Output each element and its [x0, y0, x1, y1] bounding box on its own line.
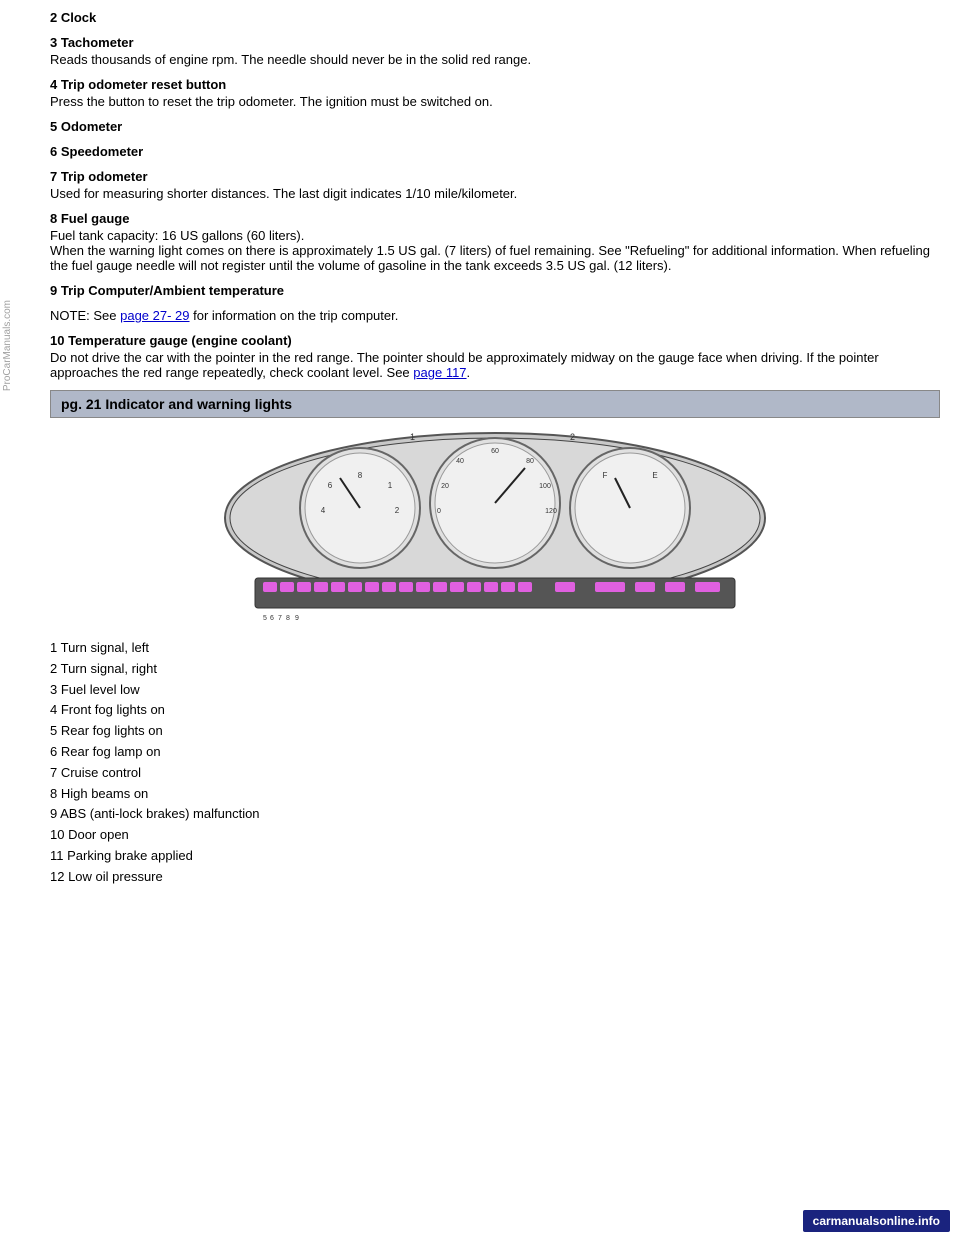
svg-text:F: F: [603, 471, 608, 480]
svg-text:E: E: [652, 471, 657, 480]
section-temp-gauge: 10 Temperature gauge (engine coolant) Do…: [50, 333, 940, 380]
footer-logo: carmanualsonline.info: [803, 1210, 950, 1232]
indicator-list: 1 Turn signal, left 2 Turn signal, right…: [50, 638, 940, 888]
indicator-6: 6 Rear fog lamp on: [50, 742, 940, 763]
svg-text:8: 8: [358, 471, 363, 480]
svg-text:80: 80: [526, 458, 534, 465]
svg-text:120: 120: [545, 508, 557, 515]
temp-gauge-body: Do not drive the car with the pointer in…: [50, 350, 940, 380]
svg-text:20: 20: [441, 483, 449, 490]
tachometer-title: 3 Tachometer: [50, 35, 940, 50]
section-odometer: 5 Odometer: [50, 119, 940, 134]
svg-text:0: 0: [437, 508, 441, 515]
indicator-9: 9 ABS (anti-lock brakes) malfunction: [50, 804, 940, 825]
svg-text:6: 6: [328, 481, 333, 490]
note-label: NOTE:: [50, 308, 90, 323]
svg-text:5: 5: [263, 615, 267, 622]
svg-text:100: 100: [539, 483, 551, 490]
svg-text:6: 6: [270, 615, 274, 622]
indicator-8: 8 High beams on: [50, 784, 940, 805]
trip-reset-title: 4 Trip odometer reset button: [50, 77, 940, 92]
temp-gauge-link-suffix: .: [467, 365, 471, 380]
indicator-section-header: pg. 21 Indicator and warning lights: [50, 390, 940, 418]
indicator-11: 11 Parking brake applied: [50, 846, 940, 867]
svg-text:4: 4: [321, 506, 326, 515]
fuel-gauge-body: Fuel tank capacity: 16 US gallons (60 li…: [50, 228, 940, 273]
indicator-4: 4 Front fog lights on: [50, 700, 940, 721]
trip-computer-title: 9 Trip Computer/Ambient temperature: [50, 283, 940, 298]
svg-text:2: 2: [570, 432, 575, 442]
temp-gauge-link[interactable]: page 117: [413, 365, 466, 380]
trip-odometer-title: 7 Trip odometer: [50, 169, 940, 184]
indicator-7: 7 Cruise control: [50, 763, 940, 784]
section-trip-odometer: 7 Trip odometer Used for measuring short…: [50, 169, 940, 201]
section-trip-reset: 4 Trip odometer reset button Press the b…: [50, 77, 940, 109]
indicator-2: 2 Turn signal, right: [50, 659, 940, 680]
section-trip-computer: 9 Trip Computer/Ambient temperature: [50, 283, 940, 298]
watermark-text: ProCarManuals.com: [2, 300, 13, 391]
odometer-title: 5 Odometer: [50, 119, 940, 134]
clock-title: 2 Clock: [50, 10, 940, 25]
note-link[interactable]: page 27- 29: [120, 308, 189, 323]
trip-reset-body: Press the button to reset the trip odome…: [50, 94, 940, 109]
note-link-suffix: for information on the trip computer.: [193, 308, 398, 323]
watermark: ProCarManuals.com: [2, 300, 14, 391]
svg-text:2: 2: [395, 506, 400, 515]
svg-text:7: 7: [278, 615, 282, 622]
indicator-10: 10 Door open: [50, 825, 940, 846]
svg-text:40: 40: [456, 458, 464, 465]
svg-text:60: 60: [491, 448, 499, 455]
temp-gauge-title: 10 Temperature gauge (engine coolant): [50, 333, 940, 348]
speedometer-title: 6 Speedometer: [50, 144, 940, 159]
svg-text:8: 8: [286, 615, 290, 622]
section-speedometer: 6 Speedometer: [50, 144, 940, 159]
note-text: NOTE: See page 27- 29 for information on…: [50, 308, 940, 323]
section-clock: 2 Clock: [50, 10, 940, 25]
trip-odometer-body: Used for measuring shorter distances. Th…: [50, 186, 940, 201]
section-note: NOTE: See page 27- 29 for information on…: [50, 308, 940, 323]
note-body: See: [93, 308, 120, 323]
indicator-12: 12 Low oil pressure: [50, 867, 940, 888]
svg-text:9: 9: [295, 615, 299, 622]
indicator-1: 1 Turn signal, left: [50, 638, 940, 659]
dashboard-image-container: 8 6 1 4 2 60 40 80 20 100 0 120 F E: [50, 428, 940, 628]
indicator-3: 3 Fuel level low: [50, 680, 940, 701]
section-tachometer: 3 Tachometer Reads thousands of engine r…: [50, 35, 940, 67]
section-fuel-gauge: 8 Fuel gauge Fuel tank capacity: 16 US g…: [50, 211, 940, 273]
tachometer-body: Reads thousands of engine rpm. The needl…: [50, 52, 940, 67]
indicator-5: 5 Rear fog lights on: [50, 721, 940, 742]
svg-text:1: 1: [410, 432, 415, 442]
indicator-header-text: pg. 21 Indicator and warning lights: [61, 396, 292, 412]
svg-text:1: 1: [388, 481, 393, 490]
fuel-gauge-title: 8 Fuel gauge: [50, 211, 940, 226]
main-content: 2 Clock 3 Tachometer Reads thousands of …: [30, 0, 960, 898]
footer-site: carmanualsonline.info: [813, 1214, 940, 1228]
dashboard-svg: 8 6 1 4 2 60 40 80 20 100 0 120 F E: [215, 428, 775, 628]
